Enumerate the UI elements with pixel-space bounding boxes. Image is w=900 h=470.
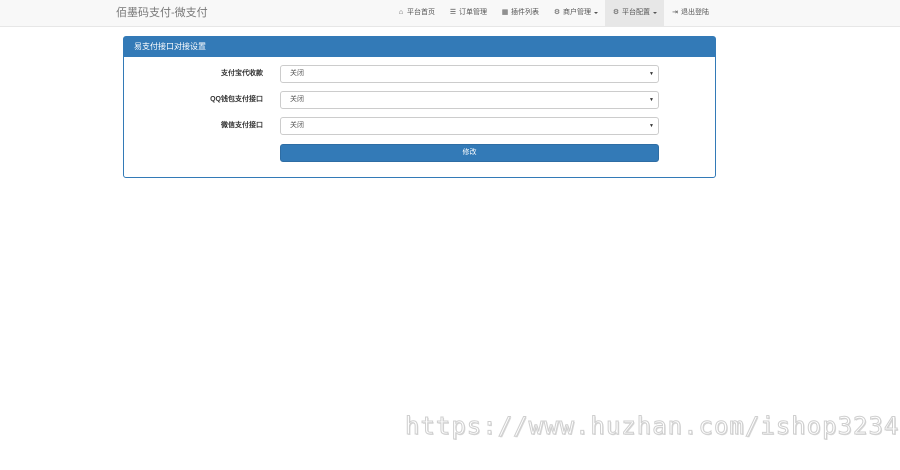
watermark-text: https://www.huzhan.com/ishop32340 — [405, 412, 900, 441]
form-row-wxpay: 微信支付接口 关闭 ▼ — [124, 117, 715, 135]
gear-icon: ⚙ — [553, 9, 561, 16]
nav-item-platform-config[interactable]: ⚙ 平台配置 — [605, 0, 664, 26]
nav-item-orders[interactable]: ☰ 订单管理 — [442, 0, 494, 26]
panel-title: 易支付接口对接设置 — [124, 37, 715, 57]
chevron-down-icon: ▼ — [649, 123, 654, 129]
form-row-qqpay: QQ钱包支付接口 关闭 ▼ — [124, 91, 715, 109]
select-value: 关闭 — [290, 122, 304, 129]
brand-title[interactable]: 佰墨码支付-微支付 — [116, 0, 208, 26]
nav-item-plugins[interactable]: ▦ 插件列表 — [494, 0, 546, 26]
nav-item-logout[interactable]: ⇥ 退出登陆 — [664, 0, 716, 26]
qqpay-select[interactable]: 关闭 ▼ — [280, 91, 659, 109]
wxpay-label: 微信支付接口 — [221, 122, 263, 129]
nav-item-label: 订单管理 — [459, 9, 487, 16]
caret-down-icon — [653, 12, 657, 14]
alipay-select[interactable]: 关闭 ▼ — [280, 65, 659, 83]
top-navbar: 佰墨码支付-微支付 ⌂ 平台首页 ☰ 订单管理 ▦ 插件列表 ⚙ 商户管理 ⚙ … — [0, 0, 900, 27]
list-icon: ☰ — [449, 9, 457, 16]
select-value: 关闭 — [290, 70, 304, 77]
nav-item-label: 退出登陆 — [681, 9, 709, 16]
grid-icon: ▦ — [501, 9, 509, 16]
wxpay-select[interactable]: 关闭 ▼ — [280, 117, 659, 135]
gear-icon: ⚙ — [612, 9, 620, 16]
nav-item-label: 商户管理 — [563, 9, 591, 16]
nav-item-label: 平台首页 — [407, 9, 435, 16]
caret-down-icon — [594, 12, 598, 14]
form-row-alipay: 支付宝代收款 关闭 ▼ — [124, 65, 715, 83]
nav-item-label: 插件列表 — [511, 9, 539, 16]
chevron-down-icon: ▼ — [649, 97, 654, 103]
nav-menu: ⌂ 平台首页 ☰ 订单管理 ▦ 插件列表 ⚙ 商户管理 ⚙ 平台配置 ⇥ 退出登… — [390, 0, 716, 26]
nav-item-merchants[interactable]: ⚙ 商户管理 — [546, 0, 605, 26]
logout-icon: ⇥ — [672, 9, 678, 16]
alipay-label: 支付宝代收款 — [221, 70, 263, 77]
chevron-down-icon: ▼ — [649, 71, 654, 77]
settings-panel: 易支付接口对接设置 支付宝代收款 关闭 ▼ QQ钱包支付接口 关闭 ▼ 微信支付… — [123, 36, 716, 178]
qqpay-label: QQ钱包支付接口 — [210, 96, 263, 103]
home-icon: ⌂ — [398, 9, 404, 16]
submit-button[interactable]: 修改 — [280, 144, 659, 162]
nav-item-label: 平台配置 — [622, 9, 650, 16]
select-value: 关闭 — [290, 96, 304, 103]
nav-item-home[interactable]: ⌂ 平台首页 — [390, 0, 442, 26]
